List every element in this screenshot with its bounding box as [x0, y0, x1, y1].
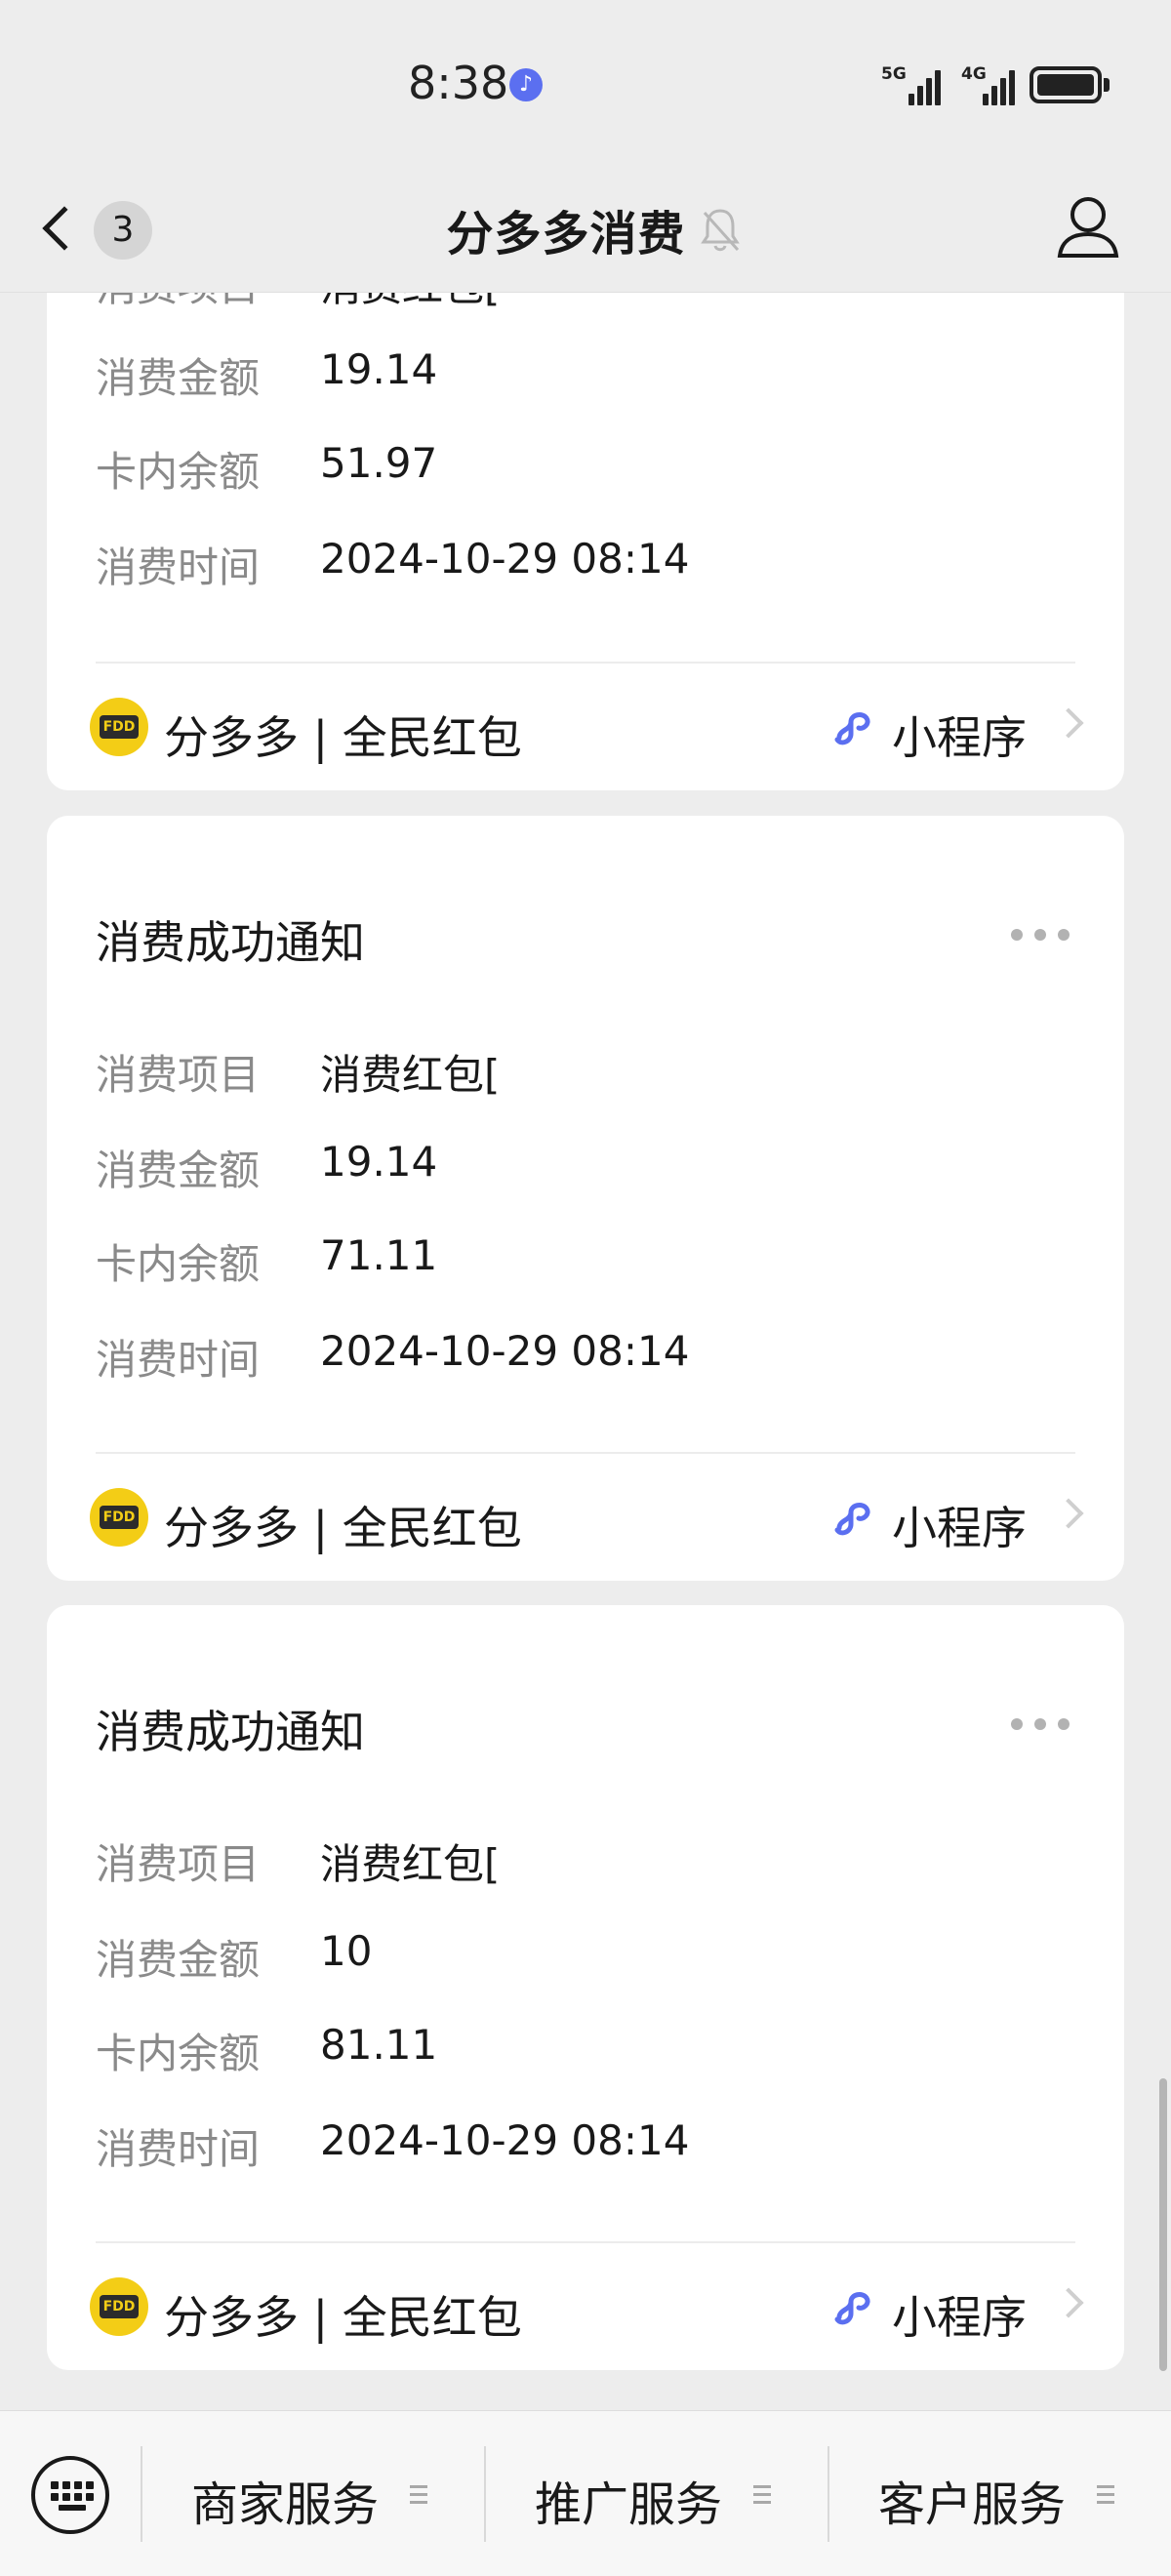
message-card: 消费成功通知 消费项目 消费红包[ 消费金额 10 卡内余额 81.11 消费时…	[47, 1605, 1124, 2370]
service-menu-bar: 商家服务 推广服务 客户服务	[0, 2410, 1171, 2576]
signal-5g-icon: 5G	[881, 62, 949, 105]
more-options-button[interactable]	[1011, 1705, 1073, 1744]
submenu-icon	[1097, 2485, 1114, 2505]
card-title: 消费成功通知	[96, 916, 365, 969]
mini-program-footer[interactable]: FDD 分多多 | 全民红包 小程序	[47, 1454, 1124, 1581]
mini-program-footer[interactable]: FDD 分多多 | 全民红包 小程序	[47, 2243, 1124, 2370]
balance-label: 卡内余额	[96, 448, 261, 496]
mini-program-label: 小程序	[892, 1502, 1027, 1554]
battery-icon	[1030, 66, 1102, 103]
amount-value: 10	[320, 1927, 373, 1975]
message-card: 消费成功通知 消费项目 消费红包[ 消费金额 19.14 卡内余额 71.11 …	[47, 816, 1124, 1581]
item-label: 消费项目	[96, 1051, 261, 1099]
status-time: 8:38	[408, 57, 509, 109]
balance-label: 卡内余额	[96, 2030, 261, 2077]
brand-name: 分多多 | 全民红包	[164, 2291, 522, 2344]
chevron-right-icon	[1053, 2287, 1084, 2318]
chat-header: 3 分多多消费	[0, 166, 1171, 293]
menu-merchant-service[interactable]: 商家服务	[191, 2458, 445, 2532]
time-value: 2024-10-29 08:14	[320, 1327, 690, 1375]
amount-value: 19.14	[320, 1138, 438, 1186]
mini-program-icon	[834, 712, 870, 745]
mini-program-label: 小程序	[892, 711, 1027, 764]
amount-label: 消费金额	[96, 1936, 261, 1984]
mini-program-footer[interactable]: FDD 分多多 | 全民红包 小程序	[47, 664, 1124, 790]
brand-logo: FDD	[90, 1488, 148, 1547]
mini-program-label: 小程序	[892, 2291, 1027, 2344]
chevron-right-icon	[1053, 707, 1084, 739]
chat-title: 分多多消费	[446, 207, 686, 262]
amount-value: 19.14	[320, 345, 438, 393]
message-card: 消费项目 消费红包[ 消费金额 19.14 卡内余额 51.97 消费时间 20…	[47, 224, 1124, 790]
card-title: 消费成功通知	[96, 1706, 365, 1758]
mini-program-icon	[834, 2292, 870, 2325]
balance-label: 卡内余额	[96, 1240, 261, 1288]
item-value: 消费红包[	[320, 1840, 501, 1888]
balance-value: 71.11	[320, 1231, 438, 1279]
submenu-icon	[410, 2485, 427, 2505]
brand-name: 分多多 | 全民红包	[164, 1502, 522, 1554]
mute-bell-icon	[701, 209, 740, 252]
time-label: 消费时间	[96, 1336, 261, 1384]
submenu-icon	[753, 2485, 771, 2505]
menu-customer-service[interactable]: 客户服务	[878, 2458, 1132, 2532]
keyboard-toggle-button[interactable]	[31, 2456, 109, 2534]
status-bar: 8:38 ♪ 5G 4G	[0, 0, 1171, 166]
music-app-icon: ♪	[509, 68, 543, 101]
time-label: 消费时间	[96, 543, 261, 591]
balance-value: 51.97	[320, 439, 438, 487]
amount-label: 消费金额	[96, 354, 261, 402]
item-value: 消费红包[	[320, 1051, 501, 1099]
more-options-button[interactable]	[1011, 915, 1073, 954]
chevron-right-icon	[1053, 1498, 1084, 1529]
time-label: 消费时间	[96, 2125, 261, 2173]
mini-program-icon	[834, 1503, 870, 1536]
item-label: 消费项目	[96, 1840, 261, 1888]
menu-promotion-service[interactable]: 推广服务	[535, 2458, 788, 2532]
brand-logo: FDD	[90, 2277, 148, 2336]
time-value: 2024-10-29 08:14	[320, 2116, 690, 2164]
signal-4g-icon: 4G	[961, 62, 1020, 105]
brand-logo: FDD	[90, 698, 148, 756]
time-value: 2024-10-29 08:14	[320, 535, 690, 583]
scrollbar[interactable]	[1159, 2078, 1167, 2371]
amount-label: 消费金额	[96, 1147, 261, 1194]
balance-value: 81.11	[320, 2021, 438, 2069]
brand-name: 分多多 | 全民红包	[164, 711, 522, 764]
profile-icon[interactable]	[1054, 189, 1122, 267]
